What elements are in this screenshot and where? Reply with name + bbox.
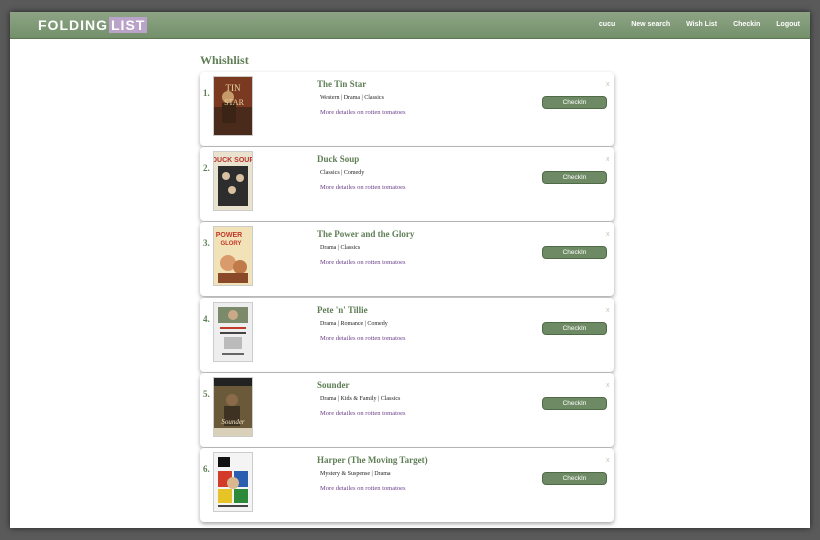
remove-icon[interactable]: x — [606, 457, 610, 464]
item-rank: 5. — [203, 388, 210, 399]
remove-icon[interactable]: x — [606, 156, 610, 163]
checkin-button[interactable]: CheckIn — [542, 96, 607, 109]
wishlist-item: 4. Pete 'n' Tillie Drama | Romance | Com… — [200, 297, 614, 372]
rotten-tomatoes-link[interactable]: More detailes on rotten tomatoes — [320, 485, 406, 492]
movie-poster[interactable] — [213, 301, 253, 362]
page-title: Whishlist — [200, 53, 249, 67]
movie-title[interactable]: Duck Soup — [317, 154, 359, 164]
wishlist-item: 2. DUCK SOUP Duck Soup Classics | Comedy… — [200, 147, 614, 222]
svg-text:STAR: STAR — [224, 98, 244, 107]
nav-wish-list[interactable]: Wish List — [686, 21, 717, 28]
item-rank: 4. — [203, 313, 210, 324]
item-rank: 3. — [203, 238, 210, 249]
svg-text:POWER: POWER — [216, 232, 242, 239]
main-nav: cucu New search Wish List Checkin Logout — [585, 12, 800, 38]
nav-new-search[interactable]: New search — [631, 21, 670, 28]
movie-poster[interactable]: DUCK SOUP — [213, 151, 253, 212]
movie-genres: Drama | Classics — [320, 245, 361, 252]
item-rank: 2. — [203, 163, 210, 174]
rotten-tomatoes-link[interactable]: More detailes on rotten tomatoes — [320, 410, 406, 417]
svg-text:Sounder: Sounder — [221, 418, 245, 426]
app-frame: FOLDING LIST cucu New search Wish List Ch… — [10, 12, 810, 528]
nav-logout[interactable]: Logout — [776, 21, 800, 28]
logo-part-folding: FOLDING — [38, 17, 108, 33]
svg-text:TIN: TIN — [226, 83, 241, 93]
wishlist-item: 3. POWER GLORY The Power and the Glory D… — [200, 222, 614, 297]
movie-genres: Drama | Romance | Comedy — [320, 320, 388, 327]
movie-title[interactable]: Harper (The Moving Target) — [317, 455, 428, 465]
item-rank: 6. — [203, 463, 210, 474]
svg-text:DUCK SOUP: DUCK SOUP — [214, 157, 252, 164]
wishlist-item: 1. TIN STAR The Tin Star Western | Drama… — [200, 72, 614, 146]
logo-part-list: LIST — [109, 17, 148, 33]
movie-genres: Western | Drama | Classics — [320, 95, 384, 101]
rotten-tomatoes-link[interactable]: More detailes on rotten tomatoes — [320, 335, 406, 342]
remove-icon[interactable]: x — [606, 81, 610, 88]
item-rank: 1. — [203, 88, 210, 98]
checkin-button[interactable]: CheckIn — [542, 246, 607, 260]
remove-icon[interactable]: x — [606, 231, 610, 238]
top-navigation-bar: FOLDING LIST cucu New search Wish List Ch… — [10, 12, 810, 39]
svg-text:GLORY: GLORY — [220, 241, 241, 247]
remove-icon[interactable]: x — [606, 382, 610, 389]
movie-poster[interactable]: POWER GLORY — [213, 226, 253, 287]
nav-checkin[interactable]: Checkin — [733, 21, 760, 28]
movie-genres: Classics | Comedy — [320, 170, 365, 177]
wishlist-item: 6. Harper (The Moving Target) Mystery & … — [200, 447, 614, 522]
movie-poster[interactable] — [213, 451, 253, 512]
movie-genres: Mystery & Suspense | Drama — [320, 470, 391, 477]
checkin-button[interactable]: CheckIn — [542, 321, 607, 335]
logo[interactable]: FOLDING LIST — [38, 17, 148, 33]
movie-genres: Drama | Kids & Family | Classics — [320, 395, 401, 402]
movie-poster[interactable]: Sounder — [213, 376, 253, 437]
checkin-button[interactable]: CheckIn — [542, 471, 607, 485]
movie-title[interactable]: The Tin Star — [317, 79, 366, 89]
checkin-button[interactable]: CheckIn — [542, 396, 607, 410]
movie-title[interactable]: The Power and the Glory — [317, 229, 414, 239]
wishlist: 1. TIN STAR The Tin Star Western | Drama… — [200, 72, 614, 523]
rotten-tomatoes-link[interactable]: More detailes on rotten tomatoes — [320, 109, 406, 116]
nav-user[interactable]: cucu — [599, 21, 615, 28]
rotten-tomatoes-link[interactable]: More detailes on rotten tomatoes — [320, 259, 406, 266]
movie-poster[interactable]: TIN STAR — [213, 76, 253, 136]
remove-icon[interactable]: x — [606, 307, 610, 314]
movie-title[interactable]: Pete 'n' Tillie — [317, 305, 368, 315]
movie-title[interactable]: Sounder — [317, 380, 350, 390]
wishlist-item: 5. Sounder Sounder Drama | Kids & Family… — [200, 372, 614, 447]
rotten-tomatoes-link[interactable]: More detailes on rotten tomatoes — [320, 184, 406, 191]
checkin-button[interactable]: CheckIn — [542, 171, 607, 185]
